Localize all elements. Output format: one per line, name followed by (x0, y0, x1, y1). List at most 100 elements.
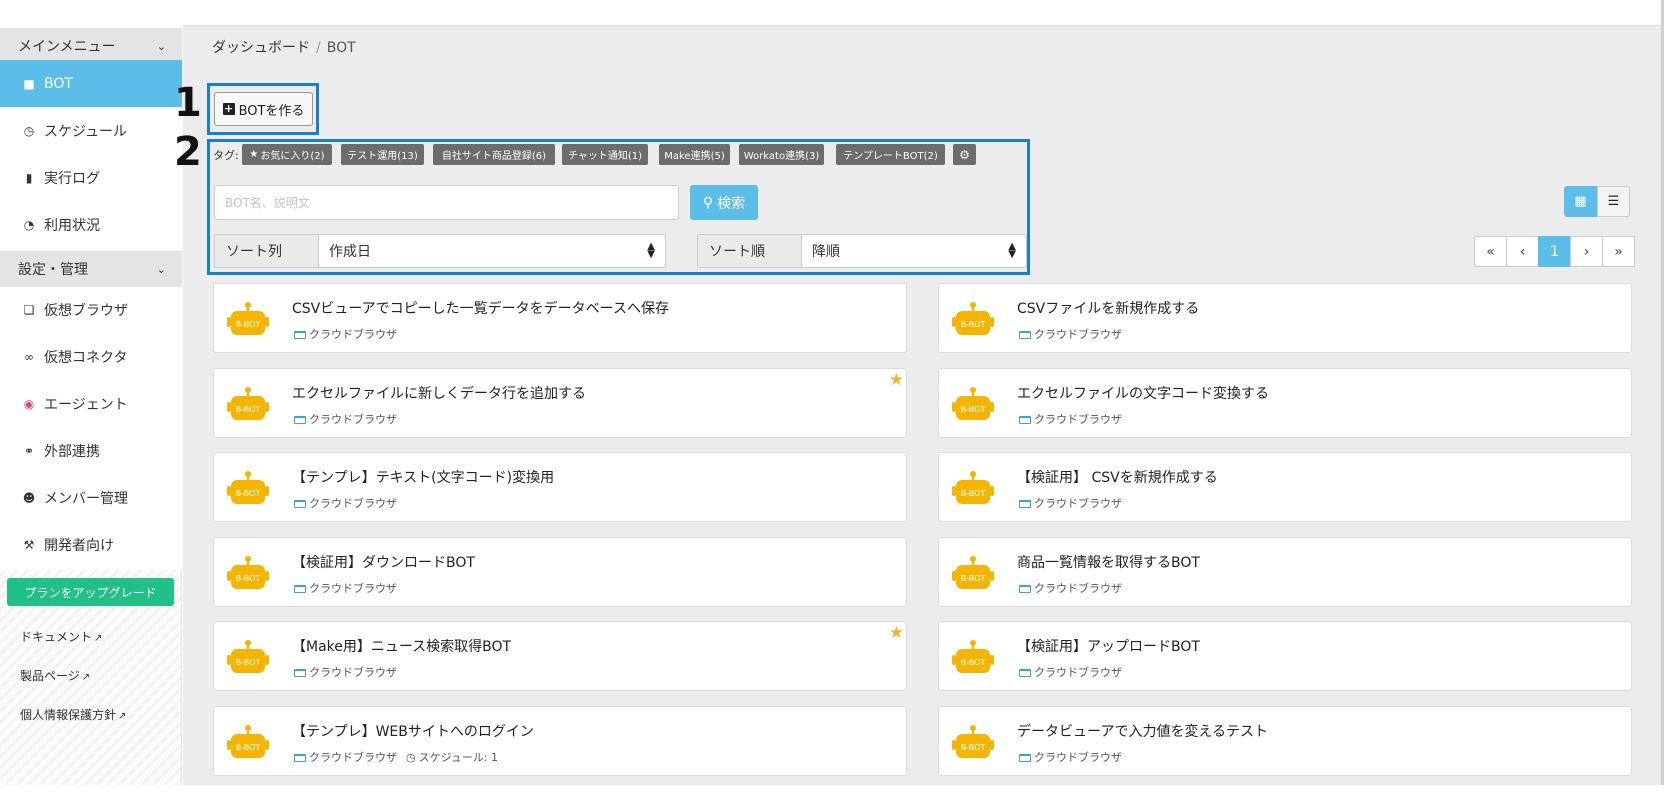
sidebar-item-members[interactable]: ☻ メンバー管理 (0, 474, 182, 521)
main-menu-header[interactable]: メインメニュー ⌄ (0, 28, 182, 64)
sort-order-value[interactable]: 降順 ▲ ▼ (802, 235, 1026, 267)
sidebar-item-label: エージェント (44, 396, 128, 413)
bot-title[interactable]: 【検証用】ダウンロードBOT (292, 552, 475, 572)
sort-column-label: ソート列 (215, 235, 319, 267)
bot-browser-label: クラウドブラウザ (1034, 413, 1122, 426)
breadcrumb-home[interactable]: ダッシュボード (212, 40, 310, 56)
bot-card[interactable]: B-BOT 【検証用】 CSVを新規作成する クラウドブラウザ (938, 452, 1632, 522)
product-page-link[interactable]: 製品ページ ↗ (20, 667, 90, 684)
bot-title[interactable]: 【テンプレ】WEBサイトへのログイン (292, 721, 534, 741)
bot-title[interactable]: データビューアで入力値を変えるテスト (1017, 721, 1268, 741)
bot-card[interactable]: B-BOT エクセルファイルに新しくデータ行を追加する クラウドブラウザ ★ (213, 368, 907, 438)
sort-column-select[interactable]: ソート列 作成日 ▲ ▼ (214, 234, 666, 268)
main-menu-header-label: メインメニュー (18, 39, 116, 55)
bot-icon: B-BOT (227, 387, 269, 420)
bot-icon: B-BOT (227, 302, 269, 335)
bot-meta: クラウドブラウザ ◷ スケジュール: 1 (294, 749, 498, 765)
clock-icon: ◷ (23, 123, 35, 138)
bot-title[interactable]: 【検証用】アップロードBOT (1017, 636, 1200, 656)
bot-title[interactable]: エクセルファイルの文字コード変換する (1017, 383, 1269, 403)
page-1-button[interactable]: 1 (1538, 236, 1571, 267)
upgrade-plan-button[interactable]: プランをアップグレード (7, 578, 174, 606)
sidebar-item-bot[interactable]: ■ BOT (0, 60, 182, 107)
bot-card[interactable]: B-BOT 【Make用】ニュース検索取得BOT クラウドブラウザ ★ (213, 621, 907, 691)
bot-title[interactable]: CSVビューアでコピーした一覧データをデータベースへ保存 (292, 298, 669, 318)
tag-settings-button[interactable]: ⚙ (953, 144, 976, 165)
privacy-policy-link[interactable]: 個人情報保護方針 ↗ (20, 706, 126, 723)
bot-badge-text: B-BOT (961, 320, 986, 329)
cloud-browser-icon (294, 330, 306, 339)
cloud-browser-icon (294, 499, 306, 508)
tag-template-bot[interactable]: テンプレートBOT(2) (836, 144, 945, 165)
tag-workato[interactable]: Workato連携(3) (739, 144, 824, 165)
search-button-label: 検索 (717, 195, 746, 212)
bot-meta: クラウドブラウザ (294, 495, 397, 511)
grid-view-button[interactable]: ▦ (1564, 186, 1597, 217)
bot-badge-text: B-BOT (236, 574, 261, 583)
documents-link[interactable]: ドキュメント ↗ (20, 628, 102, 645)
favorite-star-icon[interactable]: ★ (889, 623, 904, 643)
bot-title[interactable]: CSVファイルを新規作成する (1017, 298, 1199, 318)
sort-order-label: ソート順 (698, 235, 802, 267)
cloud-browser-icon (1019, 415, 1031, 424)
tag-own-site-product[interactable]: 自社サイト商品登録(6) (433, 144, 555, 165)
bot-badge-text: B-BOT (961, 489, 986, 498)
sidebar-item-label: 実行ログ (44, 170, 100, 187)
tag-test-operation[interactable]: テスト運用(13) (341, 144, 424, 165)
tag-chat-notification[interactable]: チャット通知(1) (562, 144, 648, 165)
bot-card[interactable]: B-BOT 商品一覧情報を取得するBOT クラウドブラウザ (938, 537, 1632, 607)
bot-card[interactable]: B-BOT CSVビューアでコピーした一覧データをデータベースへ保存クラウドブラウ… (213, 283, 907, 353)
sort-order-select[interactable]: ソート順 降順 ▲ ▼ (697, 234, 1027, 268)
bot-card[interactable]: B-BOT 【テンプレ】WEBサイトへのログイン クラウドブラウザ ◷ スケジュール: … (213, 706, 907, 776)
cloud-browser-icon (1019, 584, 1031, 593)
bot-card[interactable]: B-BOT 【テンプレ】テキスト(文字コード)変換用クラウドブラウザ (213, 452, 907, 522)
bot-icon: B-BOT (227, 471, 269, 504)
create-bot-button[interactable]: + BOTを作る (214, 92, 313, 126)
bot-icon: B-BOT (227, 640, 269, 673)
sidebar-item-schedule[interactable]: ◷ スケジュール (0, 107, 182, 154)
bot-browser-label: クラウドブラウザ (309, 328, 397, 341)
sidebar-item-virtual-browser[interactable]: ❏ 仮想ブラウザ (0, 286, 182, 333)
bot-badge-text: B-BOT (961, 574, 986, 583)
bot-meta: クラウドブラウザ (294, 580, 397, 596)
window-icon: ❏ (23, 302, 35, 317)
first-page-button[interactable]: « (1474, 236, 1507, 267)
prev-page-button[interactable]: ‹ (1506, 236, 1539, 267)
bot-title[interactable]: 商品一覧情報を取得するBOT (1017, 552, 1200, 572)
bot-card[interactable]: B-BOT データビューアで入力値を変えるテストクラウドブラウザ (938, 706, 1632, 776)
search-input[interactable] (214, 185, 679, 220)
bot-title[interactable]: エクセルファイルに新しくデータ行を追加する (292, 383, 586, 403)
sidebar-item-virtual-connector[interactable]: ∞ 仮想コネクタ (0, 333, 182, 380)
bot-card[interactable]: B-BOT 【検証用】アップロードBOT クラウドブラウザ (938, 621, 1632, 691)
favorite-star-icon[interactable]: ★ (889, 370, 904, 390)
sidebar-item-agent[interactable]: ◉ エージェント (0, 380, 182, 427)
agent-icon: ◉ (23, 396, 35, 411)
bot-title[interactable]: 【Make用】ニュース検索取得BOT (292, 636, 511, 656)
sidebar-item-integrations[interactable]: ⚭ 外部連携 (0, 427, 182, 474)
breadcrumb-separator: / (316, 40, 321, 56)
external-link-icon: ↗ (81, 672, 91, 683)
grid-icon: ▦ (1574, 194, 1587, 209)
bot-meta: クラウドブラウザ (1019, 749, 1122, 765)
list-view-button[interactable]: ☰ (1597, 186, 1630, 217)
last-page-button[interactable]: » (1602, 236, 1635, 267)
sidebar-item-developers[interactable]: ⚒ 開発者向け (0, 521, 182, 568)
bot-title[interactable]: 【検証用】 CSVを新規作成する (1017, 467, 1218, 487)
bot-browser-label: クラウドブラウザ (1034, 751, 1122, 764)
search-button[interactable]: ⚲ 検索 (690, 185, 758, 220)
tag-make[interactable]: Make連携(5) (659, 144, 730, 165)
sidebar-item-usage[interactable]: ◔ 利用状況 (0, 201, 182, 248)
bot-icon: B-BOT (227, 556, 269, 589)
bot-icon: B-BOT (952, 725, 994, 758)
sidebar-item-logs[interactable]: ▮ 実行ログ (0, 154, 182, 201)
bot-card[interactable]: B-BOT CSVファイルを新規作成する クラウドブラウザ (938, 283, 1632, 353)
bot-card[interactable]: B-BOT エクセルファイルの文字コード変換する クラウドブラウザ (938, 368, 1632, 438)
pagination: « ‹ 1 › » (1474, 236, 1635, 267)
select-arrows-icon: ▲ ▼ (1008, 241, 1016, 260)
bot-title[interactable]: 【テンプレ】テキスト(文字コード)変換用 (292, 467, 554, 487)
tag-favorites[interactable]: ★ お気に入り(2) (242, 144, 332, 165)
bot-card[interactable]: B-BOT 【検証用】ダウンロードBOT クラウドブラウザ (213, 537, 907, 607)
sort-column-value[interactable]: 作成日 ▲ ▼ (319, 235, 665, 267)
next-page-button[interactable]: › (1570, 236, 1603, 267)
settings-header[interactable]: 設定・管理 ⌄ (0, 251, 182, 287)
